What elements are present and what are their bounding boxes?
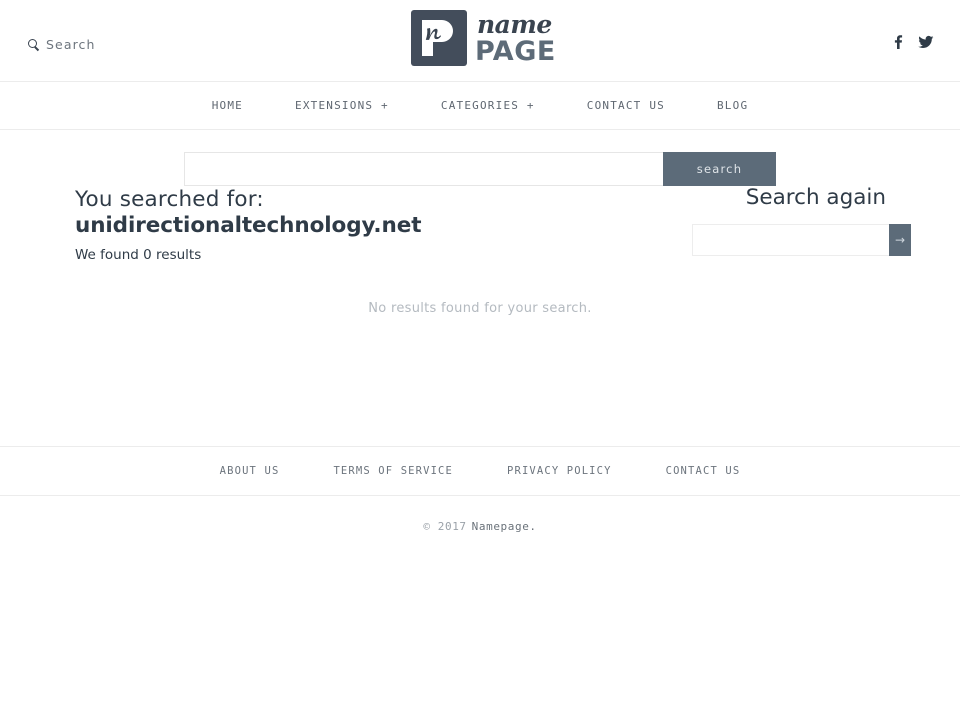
nav-item-contact-us[interactable]: CONTACT US	[561, 99, 691, 112]
page-root: Search name PAGE HOME EXTENSIONS + CATEG…	[0, 0, 960, 720]
search-input[interactable]	[184, 152, 663, 186]
header-search-label: Search	[46, 37, 96, 52]
searched-for-label: You searched for:	[75, 187, 264, 212]
search-icon	[28, 39, 39, 50]
search-again-form: →	[692, 223, 912, 256]
twitter-icon[interactable]	[918, 34, 934, 50]
main-navigation: HOME EXTENSIONS + CATEGORIES + CONTACT U…	[0, 82, 960, 130]
footer-link-terms-of-service[interactable]: TERMS OF SERVICE	[306, 465, 480, 477]
results-count: We found 0 results	[75, 247, 202, 264]
search-form: search	[184, 152, 776, 186]
copyright-bar: © 2017 Namepage.	[0, 496, 960, 556]
site-logo[interactable]: name PAGE	[411, 10, 556, 66]
search-again-panel: Search again →	[692, 185, 912, 256]
footer-link-about-us[interactable]: ABOUT US	[193, 465, 307, 477]
search-query-text: unidirectionaltechnology.net	[75, 213, 422, 239]
logo-mark-icon	[411, 10, 467, 66]
copyright-brand: Namepage.	[471, 519, 537, 533]
footer-link-privacy-policy[interactable]: PRIVACY POLICY	[480, 465, 639, 477]
nav-item-blog[interactable]: BLOG	[691, 99, 774, 112]
search-results-heading: You searched for: unidirectionaltechnolo…	[75, 187, 422, 264]
logo-block-word: PAGE	[475, 35, 556, 67]
footer-navigation: ABOUT US TERMS OF SERVICE PRIVACY POLICY…	[0, 446, 960, 496]
nav-item-home[interactable]: HOME	[186, 99, 269, 112]
footer-link-contact-us[interactable]: CONTACT US	[639, 465, 768, 477]
nav-item-categories[interactable]: CATEGORIES +	[415, 99, 561, 112]
facebook-icon[interactable]	[890, 34, 906, 50]
nav-list: HOME EXTENSIONS + CATEGORIES + CONTACT U…	[186, 99, 775, 112]
search-again-input[interactable]	[692, 223, 889, 256]
main-content: You searched for: unidirectionaltechnolo…	[0, 185, 960, 446]
header-search-link[interactable]: Search	[28, 37, 96, 52]
search-again-submit-button[interactable]: →	[889, 223, 912, 256]
search-bar-section: search	[0, 130, 960, 186]
logo-wordmark: name PAGE	[475, 12, 556, 65]
search-again-title: Search again	[745, 185, 886, 210]
search-button[interactable]: search	[663, 152, 776, 186]
footer-nav-list: ABOUT US TERMS OF SERVICE PRIVACY POLICY…	[193, 465, 768, 477]
nav-item-extensions[interactable]: EXTENSIONS +	[269, 99, 415, 112]
copyright-year: © 2017	[423, 519, 467, 533]
site-header: Search name PAGE	[0, 0, 960, 82]
logo-script-word: name	[477, 9, 552, 39]
social-links	[890, 34, 934, 50]
no-results-message: No results found for your search.	[368, 301, 592, 316]
